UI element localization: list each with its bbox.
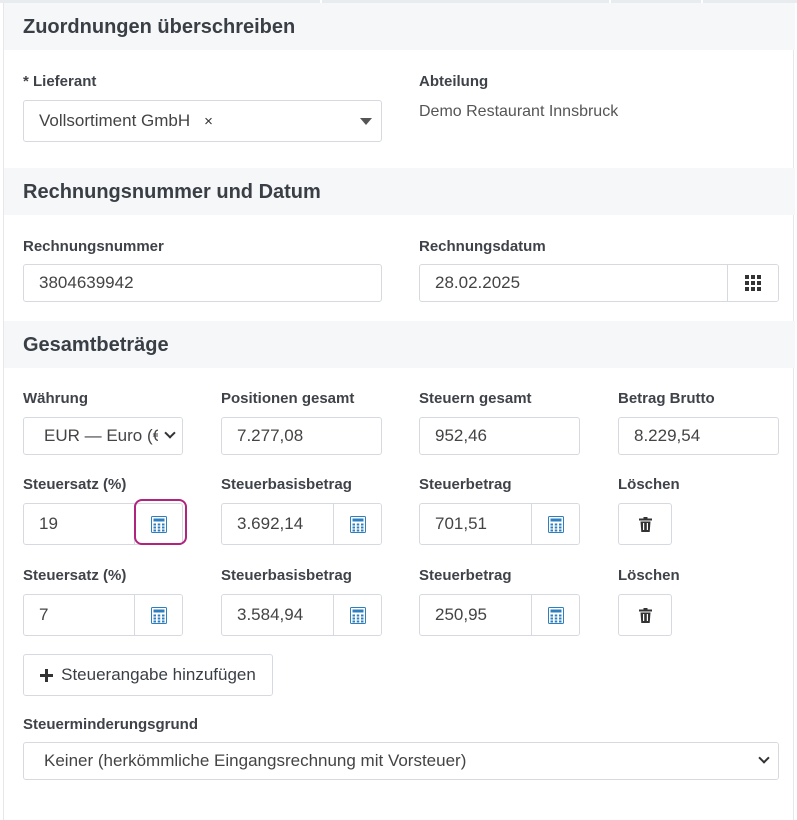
delete-tax-row-button[interactable] xyxy=(618,503,672,545)
supplier-value: Vollsortiment GmbH xyxy=(39,111,191,130)
add-tax-entry-button[interactable]: Steuerangabe hinzufügen xyxy=(23,654,273,696)
tax-base-value: 3.692,14 xyxy=(237,514,304,533)
gross-amount-input[interactable]: 8.229,54 xyxy=(618,417,779,455)
chevron-down-icon xyxy=(164,427,176,439)
positions-total-label: Positionen gesamt xyxy=(221,390,355,407)
section-title: Gesamtbeträge xyxy=(23,334,169,356)
caret-down-icon xyxy=(360,118,372,125)
tax-amount-input[interactable]: 701,51 xyxy=(419,503,580,545)
currency-select[interactable]: EUR — Euro (€ xyxy=(23,417,183,455)
tax-reduction-select[interactable]: Keiner (herkömmliche Eingangsrechnung mi… xyxy=(23,742,779,780)
invoice-date-value: 28.02.2025 xyxy=(435,273,521,292)
taxes-total-value: 952,46 xyxy=(435,426,487,445)
tax-amount-value: 250,95 xyxy=(435,605,487,624)
supplier-label: * Lieferant xyxy=(23,73,97,90)
chevron-down-button xyxy=(158,418,182,454)
supplier-select[interactable]: Vollsortiment GmbH × xyxy=(23,100,382,142)
focus-highlight-ring xyxy=(134,499,187,545)
calculator-button[interactable] xyxy=(333,595,381,635)
section-header-assignments: Zuordnungen überschreiben xyxy=(4,3,795,50)
calculator-button[interactable] xyxy=(333,504,381,544)
tax-reduction-label: Steuerminderungsgrund xyxy=(23,716,199,733)
section-header-invoice: Rechnungsnummer und Datum xyxy=(4,168,795,215)
calculator-icon xyxy=(150,606,167,624)
trash-icon xyxy=(638,607,652,623)
tax-amount-input[interactable]: 250,95 xyxy=(419,594,580,636)
invoice-number-input[interactable]: 3804639942 xyxy=(23,264,382,302)
tax-rate-input[interactable]: 7 xyxy=(23,594,183,636)
tax-base-input[interactable]: 3.692,14 xyxy=(221,503,382,545)
supplier-clear-icon[interactable]: × xyxy=(204,113,213,130)
plus-icon xyxy=(40,668,54,682)
invoice-date-label: Rechnungsdatum xyxy=(419,238,546,255)
gross-amount-value: 8.229,54 xyxy=(634,426,701,445)
positions-total-value: 7.277,08 xyxy=(237,426,304,445)
department-label: Abteilung xyxy=(419,73,489,90)
delete-tax-row-button[interactable] xyxy=(618,594,672,636)
invoice-number-value: 3804639942 xyxy=(39,273,134,292)
tax-rate-label: Steuersatz (%) xyxy=(23,567,127,584)
delete-label: Löschen xyxy=(618,476,680,493)
tax-base-label: Steuerbasisbetrag xyxy=(221,476,352,493)
trash-icon xyxy=(638,516,652,532)
tax-rate-label: Steuersatz (%) xyxy=(23,476,127,493)
invoice-form-panel: Zuordnungen überschreiben * Lieferant Vo… xyxy=(3,3,795,820)
delete-label: Löschen xyxy=(618,567,680,584)
calculator-icon xyxy=(547,606,564,624)
positions-total-input[interactable]: 7.277,08 xyxy=(221,417,382,455)
calculator-icon xyxy=(349,606,366,624)
calculator-icon xyxy=(349,515,366,533)
section-title: Zuordnungen überschreiben xyxy=(23,16,296,38)
tax-amount-label: Steuerbetrag xyxy=(419,567,512,584)
section-header-totals: Gesamtbeträge xyxy=(4,321,795,368)
taxes-total-label: Steuern gesamt xyxy=(419,390,532,407)
tax-base-value: 3.584,94 xyxy=(237,605,304,624)
section-title: Rechnungsnummer und Datum xyxy=(23,181,321,203)
chevron-down-button xyxy=(750,743,778,779)
currency-value: EUR — Euro (€ xyxy=(44,426,163,445)
tax-amount-label: Steuerbetrag xyxy=(419,476,512,493)
gross-amount-label: Betrag Brutto xyxy=(618,390,715,407)
invoice-date-input[interactable]: 28.02.2025 xyxy=(419,264,779,302)
taxes-total-input[interactable]: 952,46 xyxy=(419,417,580,455)
calculator-button[interactable] xyxy=(531,504,579,544)
tax-amount-value: 701,51 xyxy=(435,514,487,533)
calculator-icon xyxy=(547,515,564,533)
calculator-button[interactable] xyxy=(531,595,579,635)
tax-rate-value: 19 xyxy=(39,514,58,533)
tax-rate-value: 7 xyxy=(39,605,49,624)
tax-reduction-value: Keiner (herkömmliche Eingangsrechnung mi… xyxy=(44,751,467,770)
currency-label: Währung xyxy=(23,390,88,407)
calendar-grid-button[interactable] xyxy=(727,265,778,301)
calculator-button[interactable] xyxy=(134,595,182,635)
invoice-number-label: Rechnungsnummer xyxy=(23,238,164,255)
tax-base-label: Steuerbasisbetrag xyxy=(221,567,352,584)
tax-base-input[interactable]: 3.584,94 xyxy=(221,594,382,636)
chevron-down-icon xyxy=(758,752,770,764)
add-tax-entry-label: Steuerangabe hinzufügen xyxy=(61,665,256,684)
department-value: Demo Restaurant Innsbruck xyxy=(419,103,619,120)
calendar-grid-icon xyxy=(745,275,761,291)
